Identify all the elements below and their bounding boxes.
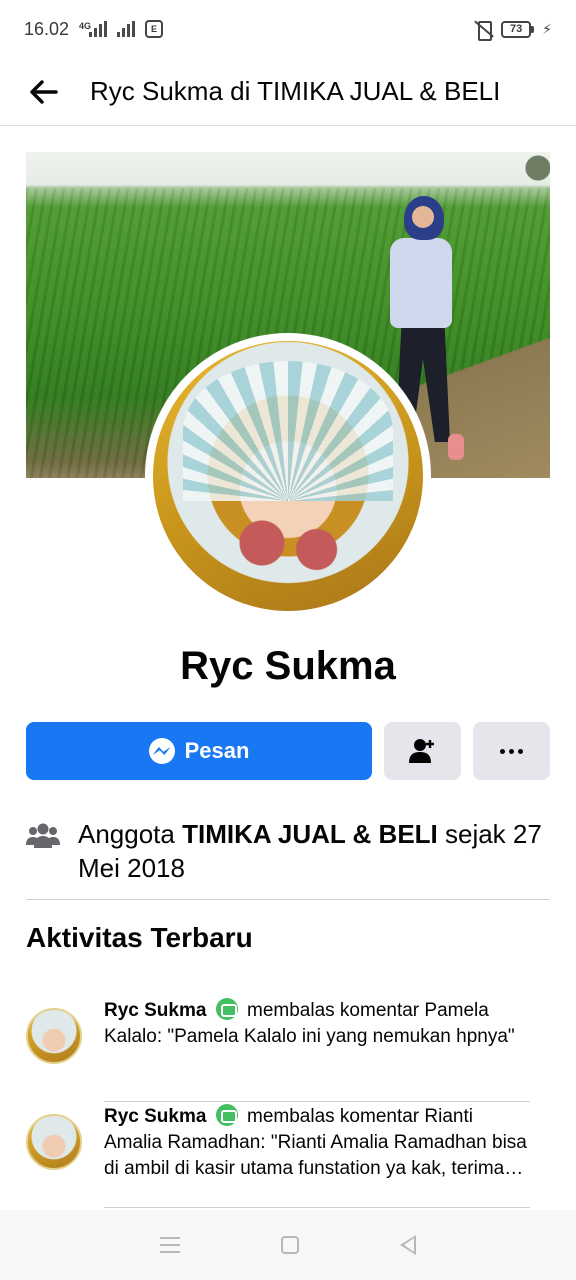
activity-item[interactable]: Ryc Sukma membalas komentar Pamela Kalal… xyxy=(26,996,530,1102)
activity-avatar[interactable] xyxy=(26,1008,82,1064)
comment-icon xyxy=(215,998,238,1020)
membership-info: Anggota TIMIKA JUAL & BELI sejak 27 Mei … xyxy=(26,817,550,900)
more-options-button[interactable] xyxy=(473,722,550,780)
profile-name: Ryc Sukma xyxy=(180,644,396,688)
app-notification-icon: E xyxy=(145,20,164,38)
activity-author[interactable]: Ryc Sukma xyxy=(104,1106,206,1127)
status-left: 16.02 4G E xyxy=(24,18,164,40)
comment-icon xyxy=(215,1104,238,1126)
messenger-icon xyxy=(148,738,175,764)
activity-body: Ryc Sukma membalas komentar Rianti Amali… xyxy=(104,1102,530,1208)
activity-section-title: Aktivitas Terbaru xyxy=(26,922,253,953)
activity-author[interactable]: Ryc Sukma xyxy=(104,1000,206,1021)
vibrate-off-icon xyxy=(473,20,493,41)
membership-text: Anggota TIMIKA JUAL & BELI sejak 27 Mei … xyxy=(78,819,542,883)
home-icon[interactable] xyxy=(280,1236,299,1254)
add-friend-button[interactable] xyxy=(384,722,461,780)
message-button-label: Pesan xyxy=(184,738,250,763)
profile-picture[interactable] xyxy=(145,333,431,619)
top-app-bar: Ryc Sukma di TIMIKA JUAL & BELI xyxy=(0,58,576,126)
profile-actions: Pesan xyxy=(26,722,550,780)
charging-icon: ⚡ xyxy=(542,20,552,37)
activity-avatar[interactable] xyxy=(26,1114,82,1170)
activity-body: Ryc Sukma membalas komentar Pamela Kalal… xyxy=(104,996,530,1102)
add-friend-icon xyxy=(408,739,434,763)
avatar xyxy=(153,341,423,611)
system-navigation-bar xyxy=(0,1210,576,1280)
status-bar: 16.02 4G E 73 ⚡ xyxy=(0,0,576,58)
battery-level: 73 xyxy=(501,20,532,38)
activity-item[interactable]: Ryc Sukma membalas komentar Rianti Amali… xyxy=(26,1102,530,1208)
group-link[interactable]: TIMIKA JUAL & BELI xyxy=(182,819,438,849)
activity-list: Ryc Sukma membalas komentar Pamela Kalal… xyxy=(26,996,530,1208)
back-button[interactable] xyxy=(0,58,90,126)
back-triangle-icon[interactable] xyxy=(399,1235,416,1255)
arrow-left-icon xyxy=(30,79,58,104)
page-title: Ryc Sukma di TIMIKA JUAL & BELI xyxy=(90,76,501,106)
network-indicator: 4G xyxy=(79,21,108,37)
signal-icon xyxy=(89,21,108,37)
signal-icon-2 xyxy=(117,21,136,37)
members-icon xyxy=(26,823,60,848)
message-button[interactable]: Pesan xyxy=(26,722,372,780)
status-right: 73 ⚡ xyxy=(473,20,552,41)
status-time: 16.02 xyxy=(24,18,70,39)
network-type: 4G xyxy=(79,21,92,31)
more-icon xyxy=(500,748,523,754)
battery-icon: 73 xyxy=(501,20,535,38)
recent-apps-icon[interactable] xyxy=(160,1237,181,1253)
